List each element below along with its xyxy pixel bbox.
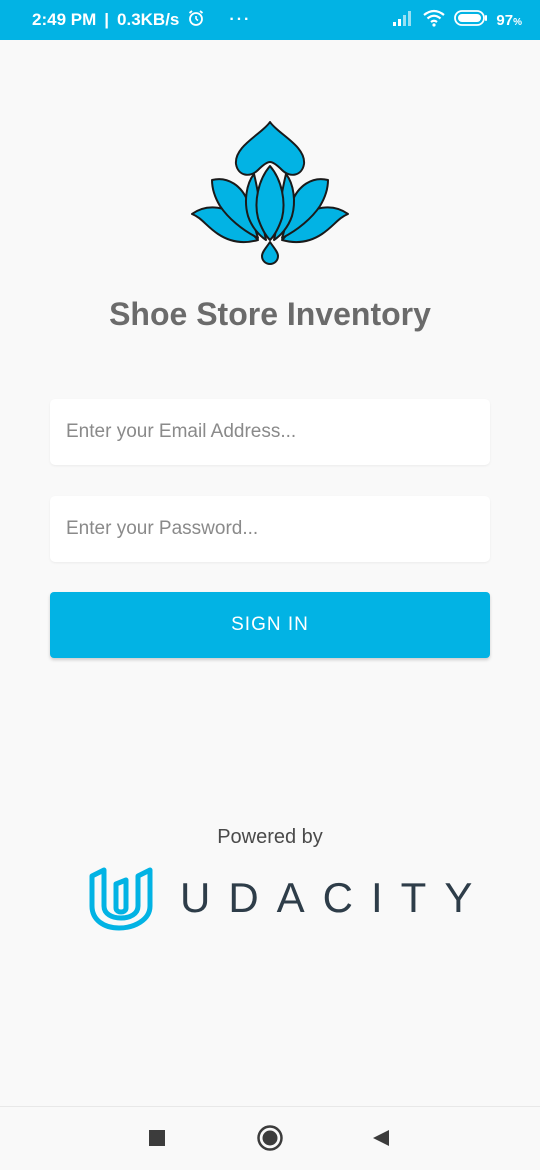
square-icon[interactable]	[142, 1123, 172, 1153]
network-speed: 0.3KB/s	[117, 10, 180, 29]
powered-by-label: Powered by	[217, 826, 323, 848]
status-bar: 2:49 PM | 0.3KB/s ··· 97%	[0, 0, 540, 40]
battery-value: 97	[496, 11, 514, 29]
more-notifications-icon: ···	[229, 11, 252, 28]
triangle-back-icon[interactable]	[366, 1123, 396, 1153]
app-title: Shoe Store Inventory	[109, 296, 431, 332]
status-separator: |	[104, 10, 110, 29]
sign-in-button[interactable]: SIGN IN	[50, 592, 490, 658]
battery-unit: %	[513, 16, 522, 28]
udacity-wordmark: UDACITY	[180, 874, 491, 921]
battery-percentage: 97%	[496, 12, 522, 29]
status-left: 2:49 PM | 0.3KB/s ···	[32, 9, 251, 32]
status-right: 97%	[392, 9, 522, 31]
status-time: 2:49 PM	[32, 10, 97, 29]
battery-icon	[454, 10, 488, 30]
signal-icon	[392, 10, 414, 30]
login-screen: 2:49 PM | 0.3KB/s ··· 97% Shoe Store Inv…	[0, 0, 540, 1170]
navigation-bar	[0, 1106, 540, 1170]
circle-icon[interactable]	[255, 1123, 285, 1153]
wifi-icon	[422, 9, 446, 31]
alarm-icon	[187, 9, 205, 32]
password-field[interactable]	[50, 496, 490, 562]
email-field[interactable]	[50, 399, 490, 465]
lotus-icon	[184, 118, 356, 266]
udacity-u-icon	[86, 866, 156, 932]
